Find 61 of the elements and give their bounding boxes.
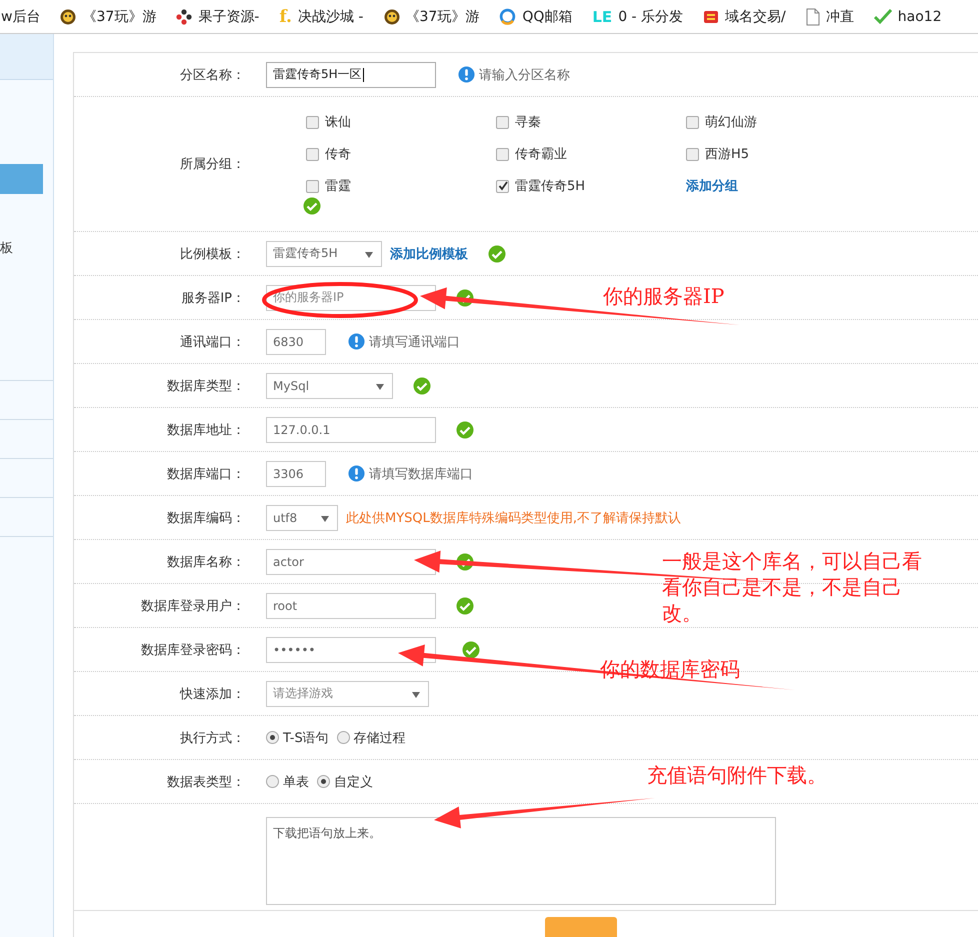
field-label: 数据库名称： <box>167 554 245 570</box>
dropdown[interactable]: 雷霆传奇5H <box>266 240 382 266</box>
hint-text: 请填写数据库端口 <box>369 466 473 482</box>
bookmark-link[interactable]: hao12 <box>898 8 942 24</box>
warning-text: 此处供MYSQL数据库特殊编码类型使用,不了解请保持默认 <box>346 510 682 526</box>
annotation-text: 你的服务器IP <box>603 283 726 309</box>
bookmark-link[interactable]: w后台 <box>1 8 40 26</box>
checkbox-label: 萌幻仙游 <box>705 114 757 131</box>
checkbox-label: 雷霆传奇5H <box>515 178 586 195</box>
field-label: 数据库类型： <box>167 378 245 394</box>
radio-label: 自定义 <box>334 774 373 790</box>
bookmark-link[interactable]: 果子资源- <box>198 8 260 26</box>
input-field[interactable]: 6830 <box>266 328 326 354</box>
radio-label: 单表 <box>283 774 309 790</box>
field-label: 执行方式： <box>180 730 245 746</box>
bookmark-link[interactable]: 决战沙城 - <box>298 8 364 26</box>
field-label: 数据库登录用户： <box>141 598 245 614</box>
field-label: 所属分组： <box>180 157 245 172</box>
bookmark-link[interactable]: 域名交易/ <box>725 8 786 26</box>
input-field[interactable]: 雷霆传奇5H一区 <box>266 62 436 88</box>
annotation-text: 一般是这个库名，可以自己看看你自己是不是，不是自己改。 <box>662 548 923 626</box>
field-label: 数据库端口： <box>167 466 245 482</box>
checkbox-label: 西游H5 <box>705 146 750 163</box>
checkbox-label: 诛仙 <box>325 114 351 131</box>
field-label: 通讯端口： <box>180 334 245 350</box>
checkbox-label: 传奇 <box>325 146 351 163</box>
dropdown[interactable]: MySql <box>266 372 393 398</box>
hint-text: 请填写通讯端口 <box>369 334 460 350</box>
hint-text: 请输入分区名称 <box>479 66 570 84</box>
add-link[interactable]: 添加比例模板 <box>390 244 468 262</box>
radio-label: 存储过程 <box>354 730 406 746</box>
input-field[interactable]: actor <box>266 548 436 574</box>
checkbox-label: 寻秦 <box>515 114 541 131</box>
logo-letters: f. <box>279 6 292 26</box>
field-label: 数据表类型： <box>167 774 245 790</box>
password-field[interactable]: •••••• <box>266 636 436 662</box>
input-field[interactable]: root <box>266 592 436 618</box>
field-label: 数据库地址： <box>167 422 245 438</box>
checkbox-label: 雷霆 <box>325 178 351 195</box>
logo-letters: LE <box>592 8 612 26</box>
bookmark-link[interactable]: QQ邮箱 <box>522 8 572 26</box>
bookmark-link[interactable]: 《37玩》游 <box>82 8 156 26</box>
field-label: 服务器IP： <box>181 290 245 306</box>
field-label: 快速添加： <box>180 686 245 702</box>
field-label: 比例模板： <box>180 246 245 262</box>
sidebar-item[interactable]: 板 <box>0 238 53 260</box>
field-label: 分区名称： <box>180 68 245 82</box>
field-label: 数据库编码： <box>167 510 245 526</box>
dropdown[interactable]: utf8 <box>266 504 338 530</box>
field-label: 数据库登录密码： <box>141 642 245 658</box>
text-area[interactable]: 下载把语句放上来。 <box>266 817 776 905</box>
bookmark-link[interactable]: 《37玩》游 <box>406 8 480 26</box>
bookmark-link[interactable]: 冲直 <box>826 8 854 26</box>
radio-label: T-S语句 <box>283 730 329 746</box>
input-field[interactable]: 3306 <box>266 460 326 486</box>
input-field[interactable]: 127.0.0.1 <box>266 416 436 442</box>
dropdown[interactable]: 请选择游戏 <box>266 680 429 706</box>
bookmark-link[interactable]: 0 - 乐分发 <box>618 8 684 26</box>
checkbox-label: 传奇霸业 <box>515 146 567 163</box>
annotation-text: 充值语句附件下载。 <box>647 762 828 788</box>
add-link[interactable]: 添加分组 <box>686 177 876 195</box>
